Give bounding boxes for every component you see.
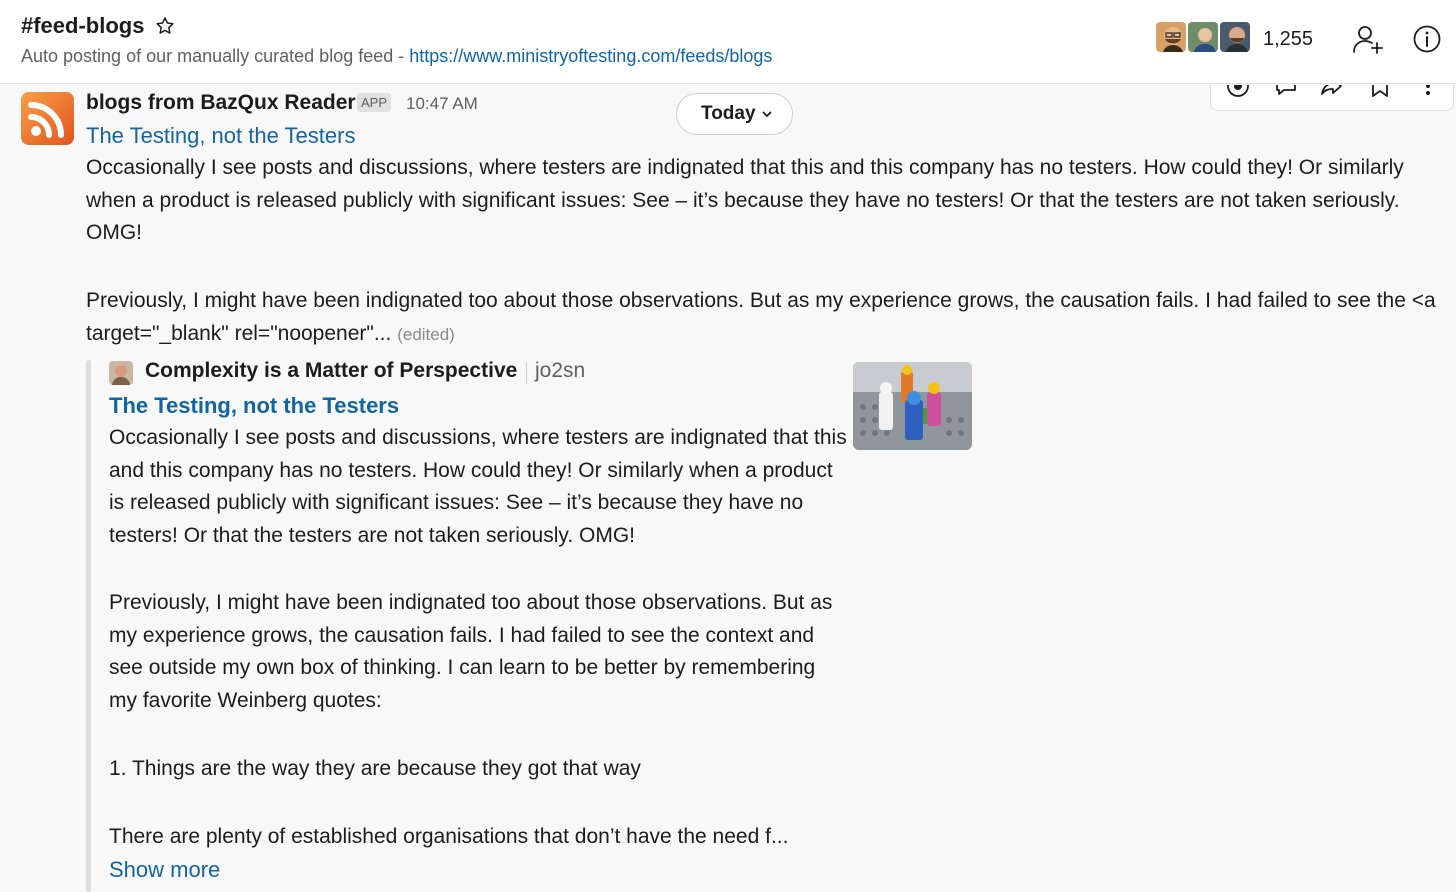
share-icon[interactable]	[1319, 85, 1345, 99]
slack-channel-view: #feed-blogs Auto posting of our manually…	[0, 0, 1456, 892]
bookmark-icon[interactable]	[1367, 85, 1393, 99]
info-icon[interactable]	[1412, 24, 1442, 54]
message-sender[interactable]: blogs from BazQux Reader	[86, 90, 356, 116]
star-icon[interactable]	[154, 15, 176, 37]
chevron-down-icon	[762, 111, 772, 117]
divider	[526, 362, 527, 384]
message-actions-toolbar[interactable]	[1210, 85, 1454, 111]
avatar	[1186, 20, 1220, 54]
rss-icon[interactable]	[21, 92, 74, 145]
message-timestamp[interactable]: 10:47 AM	[406, 93, 478, 115]
message-post-link[interactable]: The Testing, not the Testers	[86, 121, 355, 151]
attachment-site-name[interactable]: Complexity is a Matter of Perspective	[145, 357, 517, 385]
avatar	[1154, 20, 1188, 54]
attachment-paragraph: Occasionally I see posts and discussions…	[109, 426, 847, 547]
attachment-paragraph: There are plenty of established organisa…	[109, 825, 789, 848]
message-paragraph: Occasionally I see posts and discussions…	[86, 156, 1404, 244]
attachment-paragraph: 1. Things are the way they are because t…	[109, 757, 641, 780]
reply-thread-icon[interactable]	[1273, 85, 1299, 99]
channel-header: #feed-blogs Auto posting of our manually…	[0, 0, 1456, 84]
add-person-icon[interactable]	[1351, 22, 1385, 56]
attachment-title-link[interactable]: The Testing, not the Testers	[109, 391, 399, 421]
date-divider-label: Today	[701, 103, 756, 124]
channel-topic: Auto posting of our manually curated blo…	[21, 44, 772, 68]
channel-name[interactable]: #feed-blogs	[21, 12, 144, 40]
channel-topic-link[interactable]: https://www.ministryoftesting.com/feeds/…	[409, 46, 772, 66]
author-avatar	[109, 361, 133, 385]
edited-marker: (edited)	[397, 324, 455, 344]
avatar	[1218, 20, 1252, 54]
attachment-thumbnail[interactable]	[853, 362, 972, 450]
message-paragraph: Previously, I might have been indignated…	[86, 285, 1454, 351]
member-count[interactable]: 1,255	[1263, 26, 1313, 52]
attachment-bar	[86, 360, 91, 892]
more-actions-icon[interactable]	[1415, 85, 1441, 99]
date-divider-button[interactable]: Today	[676, 93, 793, 135]
attachment-author: jo2sn	[535, 359, 586, 382]
show-more-link[interactable]: Show more	[109, 855, 220, 885]
member-avatars[interactable]	[1154, 20, 1252, 56]
attachment-paragraph: Previously, I might have been indignated…	[109, 591, 833, 712]
app-badge: APP	[357, 93, 392, 112]
message-paragraph-text: Previously, I might have been indignated…	[86, 289, 1436, 345]
reaction-icon[interactable]	[1225, 85, 1251, 99]
channel-topic-text: Auto posting of our manually curated blo…	[21, 46, 410, 66]
